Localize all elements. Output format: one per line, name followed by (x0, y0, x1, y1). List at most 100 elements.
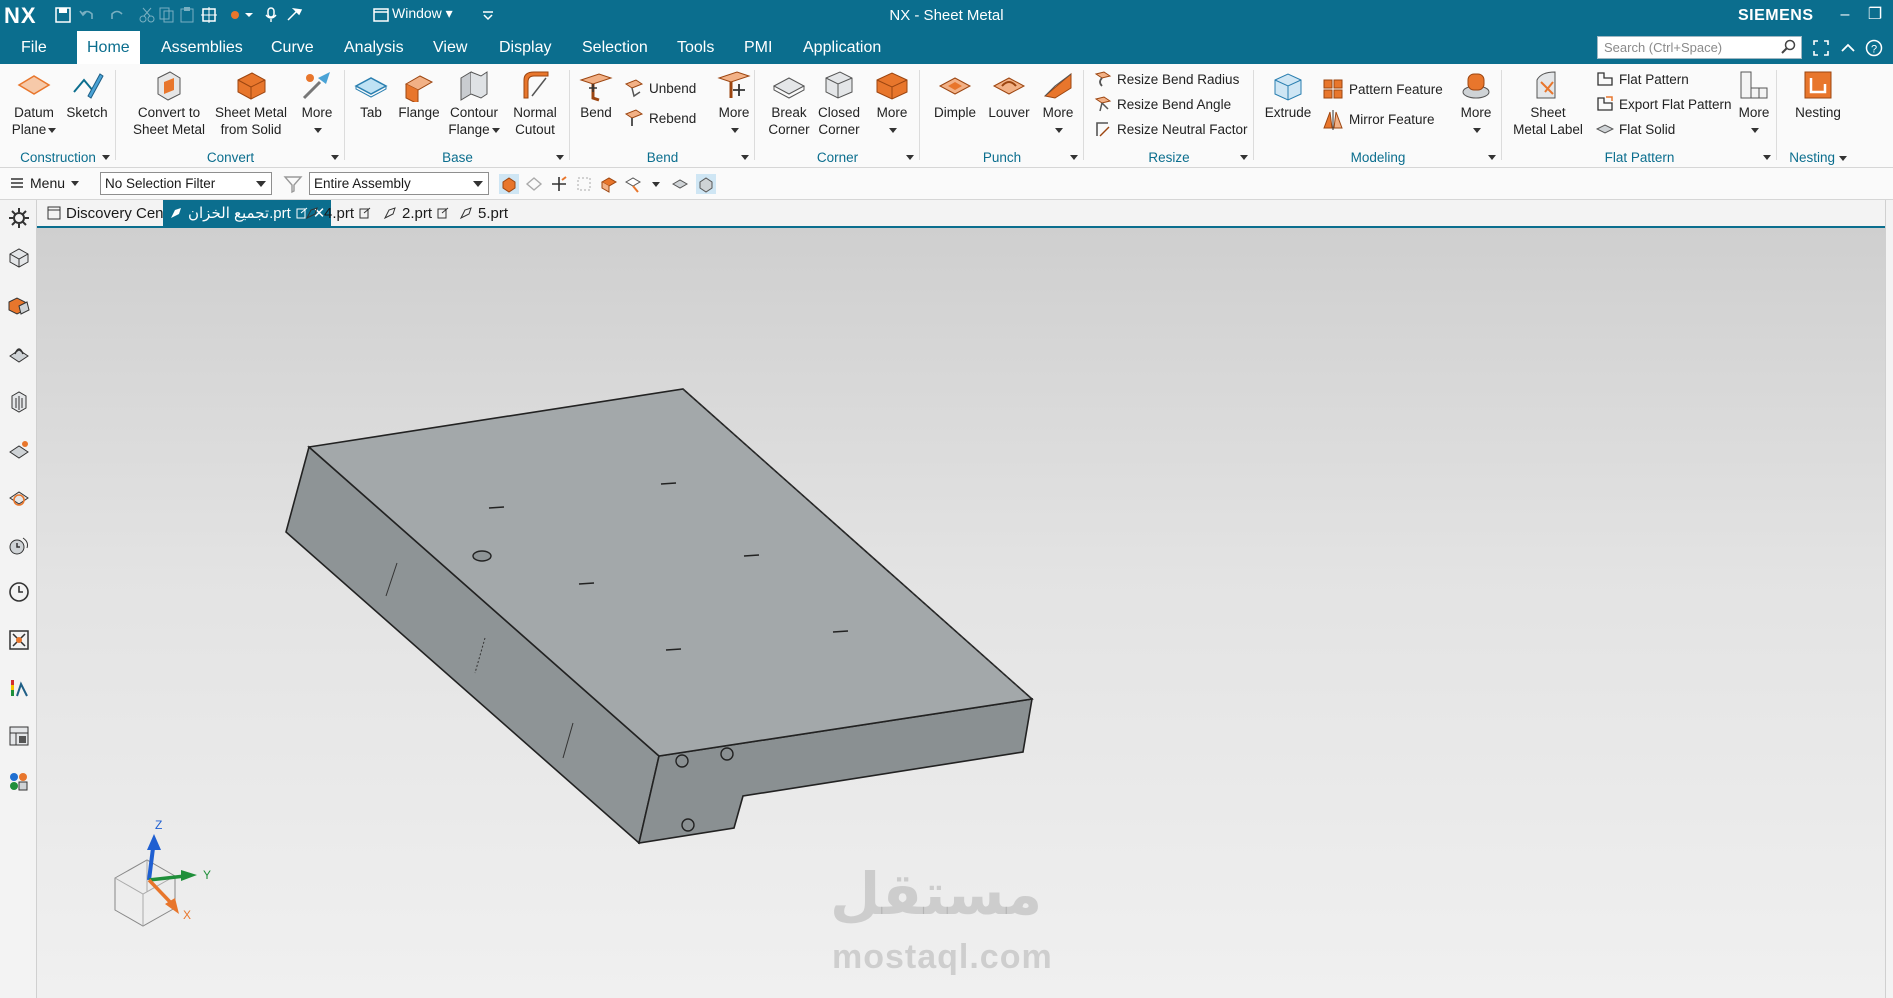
rebend-button[interactable]: Rebend (624, 108, 696, 128)
modeling-more-button[interactable]: More (1456, 68, 1496, 138)
assembly-navigator-icon[interactable] (7, 294, 31, 318)
cut-icon[interactable] (138, 6, 156, 24)
unbend-button[interactable]: Unbend (624, 78, 696, 98)
web-browser-icon[interactable] (7, 486, 31, 510)
hd3d-tools-icon[interactable] (7, 438, 31, 462)
system-materials-icon[interactable] (7, 724, 31, 748)
corner-more-button[interactable]: More (871, 68, 913, 138)
group-dropdown[interactable] (556, 155, 564, 160)
resize-neutral-factor-button[interactable]: Resize Neutral Factor (1094, 120, 1248, 138)
tab-part-4[interactable]: 4.prt (299, 200, 377, 226)
group-dropdown[interactable] (102, 155, 110, 160)
window-icon[interactable] (372, 6, 390, 24)
group-dropdown[interactable] (1240, 155, 1248, 160)
select-body-icon[interactable] (524, 174, 544, 194)
customize-icon[interactable] (286, 6, 304, 24)
system-scenes-icon[interactable] (7, 770, 31, 794)
render-style-icon[interactable] (696, 174, 716, 194)
tab-view[interactable]: View (433, 39, 467, 57)
selection-scope-select[interactable]: Entire Assembly (309, 172, 489, 195)
redo-icon[interactable] (108, 6, 126, 24)
tab-feature-button[interactable]: Tab (351, 68, 391, 121)
group-label-nesting[interactable]: Nesting (1777, 150, 1859, 165)
chevron-down-icon[interactable] (244, 6, 254, 24)
full-screen-icon[interactable] (1811, 38, 1831, 58)
selection-filter-select[interactable]: No Selection Filter (100, 172, 272, 195)
sheet-metal-from-solid-button[interactable]: Sheet Metal from Solid (210, 68, 292, 138)
select-feature-icon[interactable] (499, 174, 519, 194)
extrude-button[interactable]: Extrude (1262, 68, 1314, 121)
bend-button[interactable]: Bend (576, 68, 616, 121)
tab-part-5[interactable]: 5.prt (453, 200, 514, 226)
settings-icon[interactable] (7, 206, 31, 230)
sketch-button[interactable]: Sketch (64, 68, 110, 121)
tab-selection[interactable]: Selection (582, 39, 648, 57)
menu-button[interactable]: Menu (10, 175, 80, 191)
save-icon[interactable] (54, 6, 72, 24)
flat-pattern-button[interactable]: Flat Pattern (1596, 70, 1689, 88)
convert-more-button[interactable]: More (296, 68, 338, 138)
roles-icon[interactable] (7, 676, 31, 700)
snap-point-icon[interactable] (549, 174, 569, 194)
undo-icon[interactable] (78, 6, 96, 24)
convert-to-sheet-metal-button[interactable]: Convert to Sheet Metal (130, 68, 208, 138)
group-dropdown[interactable] (906, 155, 914, 160)
microphone-icon[interactable] (262, 6, 280, 24)
flat-pattern-more-button[interactable]: More (1734, 68, 1774, 138)
nesting-button[interactable]: Nesting (1787, 68, 1849, 121)
resize-bend-angle-button[interactable]: Resize Bend Angle (1094, 95, 1231, 113)
flat-solid-button[interactable]: Flat Solid (1596, 120, 1675, 138)
paste-icon[interactable] (178, 6, 196, 24)
clock-icon[interactable] (7, 580, 31, 604)
tab-curve[interactable]: Curve (271, 39, 314, 57)
selection-options-dropdown[interactable] (652, 182, 660, 187)
pattern-feature-button[interactable]: Pattern Feature (1322, 78, 1443, 100)
resize-bend-radius-button[interactable]: Resize Bend Radius (1094, 70, 1239, 88)
punch-more-button[interactable]: More (1038, 68, 1078, 138)
part-navigator-icon[interactable] (7, 246, 31, 270)
constraint-navigator-icon[interactable] (7, 342, 31, 366)
group-dropdown[interactable] (1070, 155, 1078, 160)
quick-access-dropdown-icon[interactable] (482, 6, 494, 24)
collapse-ribbon-icon[interactable] (1838, 38, 1858, 58)
group-dropdown[interactable] (1763, 155, 1771, 160)
sheet-metal-part[interactable] (285, 388, 1034, 845)
group-dropdown[interactable] (331, 155, 339, 160)
sheet-metal-label-button[interactable]: Sheet Metal Label (1512, 68, 1584, 138)
show-hide-icon[interactable] (670, 174, 690, 194)
louver-button[interactable]: Louver (984, 68, 1034, 121)
window-menu[interactable]: Window ▾ (392, 5, 453, 22)
touch-mode-icon[interactable] (200, 6, 218, 24)
tab-display[interactable]: Display (499, 39, 551, 57)
reuse-library-icon[interactable] (7, 390, 31, 414)
help-icon[interactable]: ? (1864, 38, 1884, 58)
tab-assemblies[interactable]: Assemblies (161, 39, 243, 57)
search-icon[interactable] (1781, 39, 1797, 55)
export-flat-pattern-button[interactable]: Export Flat Pattern (1596, 95, 1732, 113)
bend-more-button[interactable]: More (716, 68, 752, 138)
select-face-icon[interactable] (599, 174, 619, 194)
filter-icon[interactable] (283, 174, 303, 194)
minimize-button[interactable]: – (1834, 4, 1856, 26)
break-corner-button[interactable]: Break Corner (765, 68, 813, 138)
group-dropdown[interactable] (741, 155, 749, 160)
normal-cutout-button[interactable]: Normal Cutout (507, 68, 563, 138)
history-icon[interactable] (7, 534, 31, 558)
closed-corner-button[interactable]: Closed Corner (815, 68, 863, 138)
process-studio-icon[interactable] (7, 628, 31, 652)
record-icon[interactable] (226, 6, 244, 24)
contour-flange-button[interactable]: Contour Flange (445, 68, 503, 138)
tab-analysis[interactable]: Analysis (344, 39, 404, 57)
dimple-button[interactable]: Dimple (930, 68, 980, 121)
tab-home[interactable]: Home (77, 31, 140, 64)
tab-application[interactable]: Application (803, 39, 881, 57)
group-dropdown[interactable] (1488, 155, 1496, 160)
datum-plane-button[interactable]: Datum Plane (8, 68, 60, 138)
tab-part-2[interactable]: 2.prt (377, 200, 455, 226)
select-component-icon[interactable] (623, 174, 643, 194)
copy-icon[interactable] (158, 6, 176, 24)
command-search-input[interactable]: Search (Ctrl+Space) (1597, 36, 1802, 59)
restore-button[interactable]: ❐ (1864, 4, 1886, 26)
tab-file[interactable]: File (21, 39, 47, 57)
tab-pmi[interactable]: PMI (744, 39, 772, 57)
